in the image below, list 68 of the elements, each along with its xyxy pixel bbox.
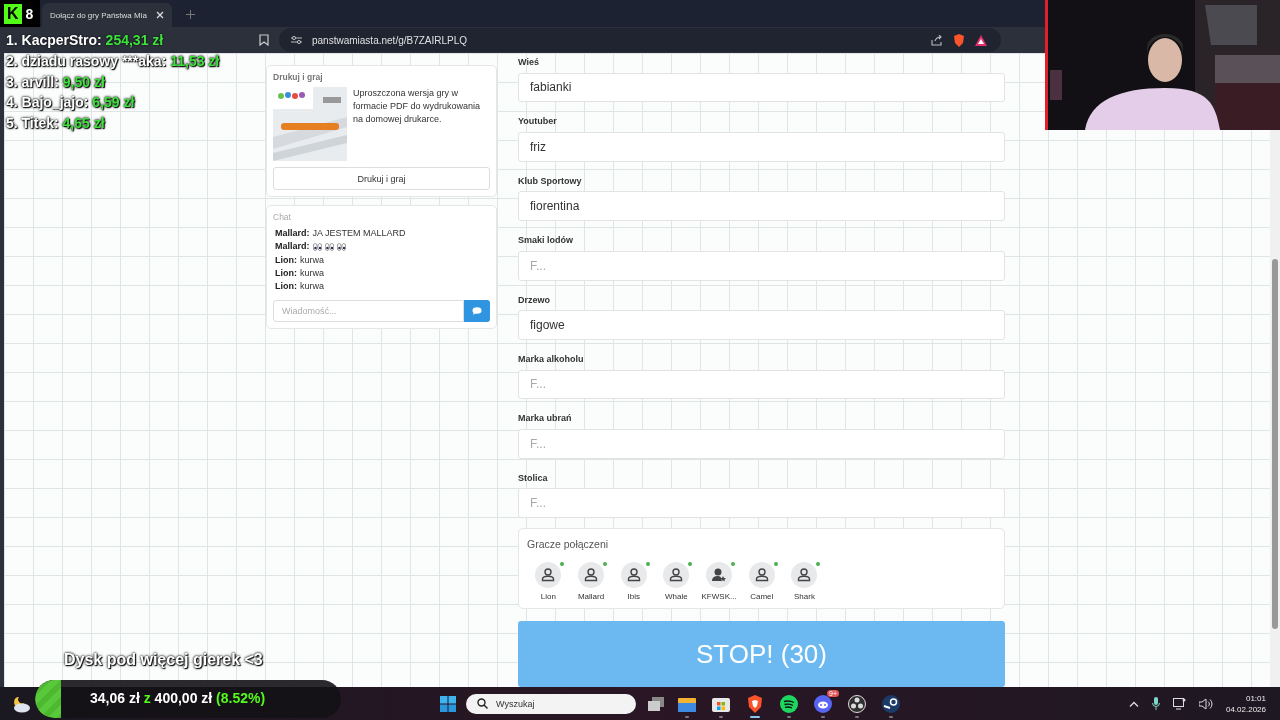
obs-app-icon[interactable] (848, 694, 866, 713)
card-title: Chat (273, 212, 292, 222)
clock-time[interactable]: 01:01 (1245, 692, 1266, 704)
message-field[interactable]: Wiadomość... (273, 300, 464, 323)
field-label: Stolica (518, 472, 549, 485)
print-button[interactable]: Drukuj i graj (273, 167, 490, 190)
leaderboard-entry: 3. arvill: 9,50 zł (6, 72, 106, 92)
player-name: KFWSK... (701, 592, 737, 602)
bookmark-icon[interactable] (259, 34, 269, 46)
site-settings-icon (291, 35, 302, 45)
brave-app-icon[interactable] (746, 694, 764, 713)
answer-field[interactable]: friz (518, 131, 1005, 162)
new-tab-icon[interactable] (186, 10, 195, 19)
chat-message: Mallard: (275, 240, 490, 254)
player-name: Mallard (577, 592, 605, 602)
volume-icon[interactable] (1198, 697, 1213, 710)
search-icon (477, 698, 488, 709)
player-name: Lion (540, 592, 556, 602)
answer-field[interactable]: fiorentina (518, 191, 1005, 222)
chevron-up-icon[interactable] (1128, 700, 1139, 707)
answer-field[interactable]: F... (518, 488, 1005, 519)
answer-field[interactable]: F... (518, 428, 1005, 459)
chat-message: Lion: kurwa (275, 280, 325, 294)
card-title: Gracze połączeni (527, 538, 610, 551)
player-name: Camel (750, 592, 774, 602)
microphone-icon[interactable] (1151, 697, 1160, 710)
shield-icon[interactable] (953, 33, 965, 47)
steam-app-icon[interactable] (882, 694, 900, 713)
send-button[interactable] (464, 300, 490, 323)
answer-field[interactable]: F... (518, 369, 1005, 400)
browser-tab[interactable]: Dołącz do gry Państwa Mia (42, 3, 172, 27)
leaderboard-entry: 4. Bajo_jajo: 6,59 zł (6, 93, 136, 114)
triangle-icon[interactable] (975, 34, 987, 46)
discord-app-icon[interactable] (814, 694, 832, 713)
address-bar[interactable]: panstwamiasta.net/g/B7ZAIRLPLQ (279, 28, 1001, 52)
leaderboard-entry: 5. Titek: 4,65 zł (6, 114, 106, 134)
share-icon[interactable] (931, 34, 943, 46)
chat-message: Lion: kurwa (275, 253, 325, 267)
channel-logo: K 8 (0, 0, 40, 27)
close-icon[interactable] (156, 11, 164, 19)
description: Uproszczona wersja gry w formacie PDF do wydrukowania na domowej drukarce. (353, 87, 482, 126)
answer-field[interactable]: figowe (518, 310, 1005, 341)
chat-message: Mallard: JA JESTEM MALLARD (275, 227, 407, 240)
card-title: Drukuj i graj (273, 72, 324, 82)
field-label: Marka alkoholu (518, 354, 585, 367)
start-icon[interactable] (440, 695, 456, 712)
search-field[interactable]: Wyszukaj (466, 693, 636, 714)
answer-field[interactable]: F... (518, 250, 1005, 281)
player-name: Ibis (627, 592, 640, 602)
task-view-icon[interactable] (648, 696, 664, 711)
field-label: Marka ubrań (518, 413, 573, 426)
chat-message: Lion: kurwa (275, 266, 325, 280)
leaderboard-entry: 2. dziadu rasowy ***aka: 11,53 zł (6, 51, 220, 72)
network-icon[interactable] (1172, 697, 1186, 710)
goal-text: 34,06 zł z 400,00 zł (8.52%) (90, 690, 266, 706)
field-label: Wieś (518, 57, 540, 69)
clock-date[interactable]: 04.02.2026 (1225, 703, 1266, 715)
player-name: Whale (665, 592, 688, 602)
field-label: Youtuber (518, 116, 558, 129)
spotify-app-icon[interactable] (780, 694, 798, 713)
field-label: Drzewo (518, 294, 551, 307)
overlay-caption: Dysk pod więcej gierek <3 (64, 651, 263, 669)
field-label: Smaki lodów (518, 235, 574, 248)
chat-bubble-icon (472, 307, 482, 316)
answer-field[interactable]: fabianki (518, 72, 1005, 103)
player-name: Shark (794, 592, 815, 602)
leaderboard-entry: 1. KacperStro: 254,31 zł (6, 31, 165, 50)
field-label: Klub Sportowy (518, 175, 583, 188)
